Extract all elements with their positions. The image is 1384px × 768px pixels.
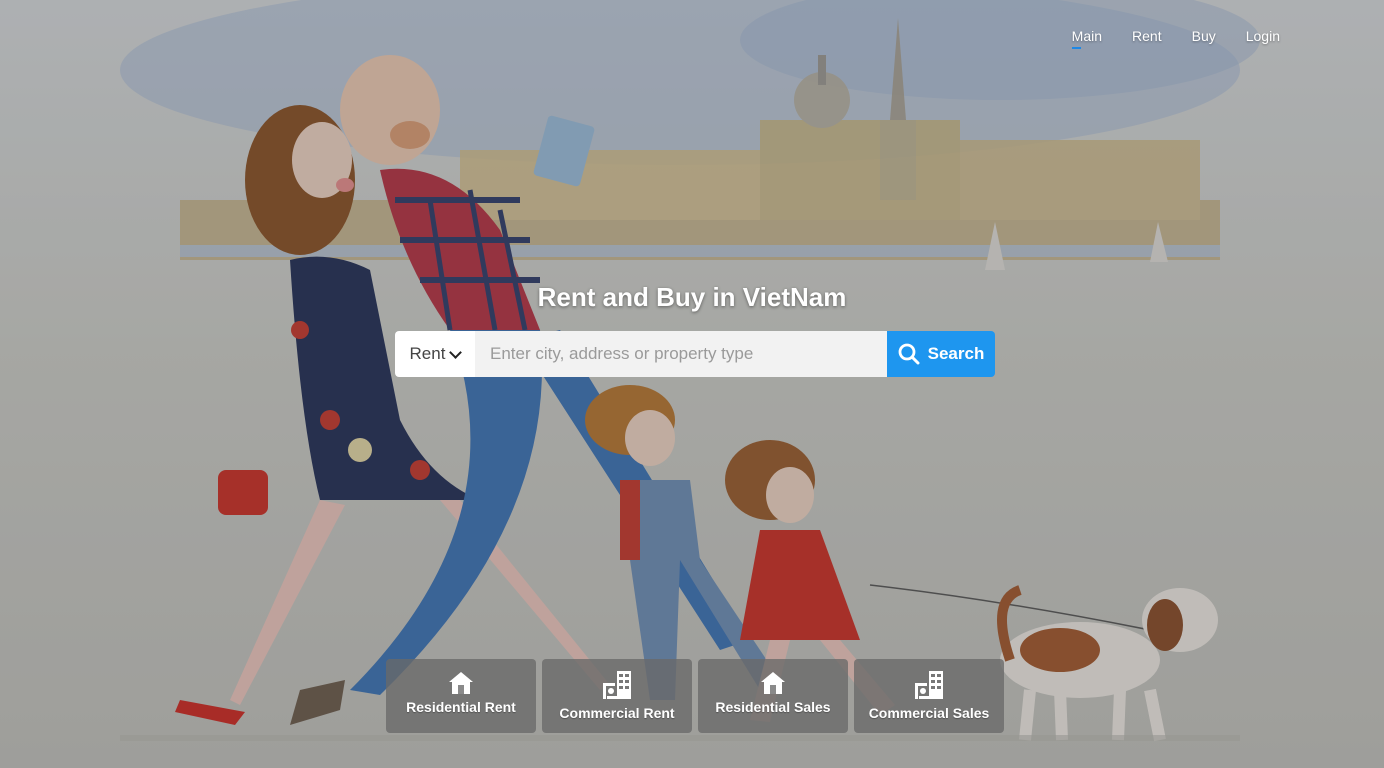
search-input[interactable] <box>475 331 887 377</box>
top-nav: Main Rent Buy Login <box>1071 26 1280 49</box>
commercial-building-icon <box>913 667 945 701</box>
search-button-label: Search <box>927 344 985 363</box>
commercial-building-icon <box>601 667 633 701</box>
house-icon <box>760 667 786 695</box>
category-label: Commercial Sales <box>868 705 990 721</box>
category-residential-sales[interactable]: Residential Sales <box>698 659 848 733</box>
category-commercial-rent[interactable]: Commercial Rent <box>542 659 692 733</box>
chevron-down-icon <box>449 345 463 359</box>
category-residential-rent[interactable]: Residential Rent <box>386 659 536 733</box>
search-type-select[interactable]: Rent <box>395 331 475 377</box>
nav-rent-link[interactable]: Rent <box>1132 26 1162 46</box>
search-bar: Rent Search <box>395 331 995 377</box>
category-label: Residential Sales <box>715 699 831 715</box>
nav-buy-link[interactable]: Buy <box>1192 26 1216 46</box>
nav-login-link[interactable]: Login <box>1246 26 1280 46</box>
category-label: Commercial Rent <box>559 705 675 721</box>
category-label: Residential Rent <box>406 699 516 715</box>
search-type-value: Rent <box>409 344 446 363</box>
house-icon <box>448 667 474 695</box>
category-commercial-sales[interactable]: Commercial Sales <box>854 659 1004 733</box>
search-button[interactable]: Search <box>887 331 995 377</box>
category-tiles: Residential Rent Commercial Rent Residen… <box>386 659 1004 733</box>
nav-main-link[interactable]: Main <box>1071 26 1102 49</box>
hero-title: Rent and Buy in VietNam <box>537 282 847 312</box>
hero-illustration <box>0 0 1384 768</box>
page: Main Rent Buy Login Rent and Buy in Viet… <box>0 0 1384 768</box>
search-icon <box>898 343 920 365</box>
